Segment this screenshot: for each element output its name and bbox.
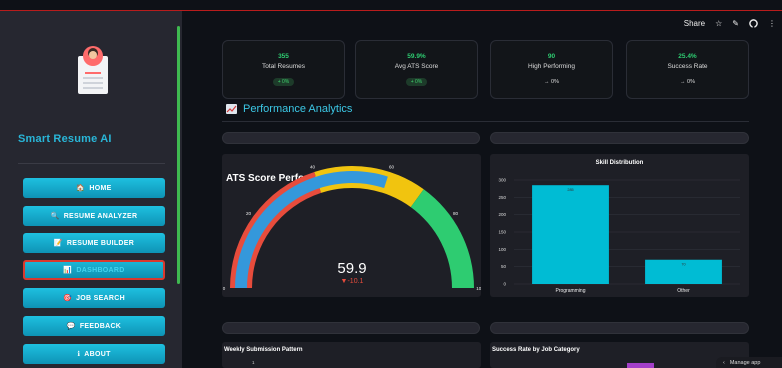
metric-delta: + 0% <box>272 78 295 86</box>
brand-title: Smart Resume AI <box>18 133 112 145</box>
top-bar <box>0 0 782 11</box>
section-divider <box>222 121 749 122</box>
metric-card-avg-ats: 59.9% Avg ATS Score + 0% <box>355 40 478 99</box>
chart-title: Weekly Submission Pattern <box>224 347 303 353</box>
manage-app-button[interactable]: ‹ Manage app <box>716 357 782 368</box>
memo-icon: 📝 <box>53 240 63 247</box>
gauge-tick-label: 80 <box>453 211 459 216</box>
y-tick-label: 100 <box>498 247 506 252</box>
y-tick-label: 150 <box>498 230 506 235</box>
github-icon[interactable] <box>749 19 758 28</box>
nav-label: HOME <box>89 184 112 192</box>
info-icon: ℹ <box>77 351 81 358</box>
y-tick-label: 250 <box>498 195 506 200</box>
chart-toolbar-placeholder <box>490 322 749 334</box>
nav-dashboard-button[interactable]: 📊 DASHBOARD <box>23 260 165 280</box>
ats-gauge: 0 20 40 60 80 100 59.9▼-10.1 <box>223 164 481 291</box>
skill-distribution-panel: Skill Distribution 0 50 100 150 200 250 300 285… <box>490 154 749 297</box>
metric-delta: + 0% <box>405 78 428 86</box>
x-tick-label: Other <box>677 288 690 294</box>
nav-label: JOB SEARCH <box>76 294 125 302</box>
resume-logo-icon <box>78 46 108 94</box>
y-tick-label: 50 <box>501 264 507 269</box>
metric-value: 25.4% <box>678 53 697 60</box>
y-tick-label: 1 <box>252 360 255 365</box>
gauge-panel: ATS Score Performance 02040608010059.9▼-… <box>222 154 481 297</box>
metric-card-high-performing: 90 High Performing → 0% <box>490 40 613 99</box>
nav-label: RESUME BUILDER <box>66 239 135 247</box>
app-root: Smart Resume AI 🏠 HOME 🔍 RESUME ANALYZER… <box>0 0 782 368</box>
chart-toolbar-placeholder <box>222 322 480 334</box>
success-rate-panel: Success Rate by Job Category <box>490 342 749 368</box>
chevron-left-icon: ‹ <box>723 359 725 366</box>
chart-increasing-icon <box>226 104 237 114</box>
gauge-tick-label: 20 <box>246 211 252 216</box>
chart-toolbar-placeholder <box>490 132 749 144</box>
gauge-tick-label: 0 <box>223 286 226 291</box>
metric-label: Success Rate <box>667 63 708 70</box>
chart-title: Success Rate by Job Category <box>492 347 580 353</box>
y-tick-label: 300 <box>498 178 506 183</box>
edit-icon[interactable]: ✎ <box>732 19 739 28</box>
app-header: Share ☆ ✎ ⋮ <box>182 11 782 37</box>
nav-resume-analyzer-button[interactable]: 🔍 RESUME ANALYZER <box>23 206 165 226</box>
nav-about-button[interactable]: ℹ ABOUT <box>23 344 165 364</box>
share-button[interactable]: Share <box>684 19 705 28</box>
star-icon[interactable]: ☆ <box>715 19 722 28</box>
section-title: Performance Analytics <box>226 103 352 115</box>
section-title-text: Performance Analytics <box>243 103 353 115</box>
sidebar: Smart Resume AI 🏠 HOME 🔍 RESUME ANALYZER… <box>0 11 182 368</box>
metric-value: 90 <box>547 53 556 60</box>
skill-bar-chart: 0 50 100 150 200 250 300 285 Programming 70 Other <box>498 178 740 294</box>
y-tick-label: 200 <box>498 212 506 217</box>
nav-home-button[interactable]: 🏠 HOME <box>23 178 165 198</box>
metric-value: 355 <box>278 53 289 60</box>
metric-delta: → 0% <box>680 79 695 85</box>
bar-programming <box>532 185 609 284</box>
main-content: 355 Total Resumes + 0% 59.9% Avg ATS Sco… <box>182 37 782 368</box>
bar-value-label: 70 <box>681 263 685 267</box>
gauge-band-2 <box>410 189 474 288</box>
bar-value-label: 285 <box>567 188 573 192</box>
sidebar-scrollbar[interactable] <box>177 26 180 284</box>
chart-icon: 📊 <box>63 267 73 274</box>
manage-app-label: Manage app <box>729 359 761 366</box>
chart-bar-fragment <box>627 363 654 368</box>
nav-job-search-button[interactable]: 🎯 JOB SEARCH <box>23 288 165 308</box>
more-icon[interactable]: ⋮ <box>768 19 776 28</box>
metric-value: 59.9% <box>407 53 426 60</box>
gauge-tick-label: 60 <box>389 164 395 169</box>
nav-label: DASHBOARD <box>76 266 125 274</box>
metric-label: Total Resumes <box>262 63 305 70</box>
x-tick-label: Programming <box>555 288 585 294</box>
gauge-band-1 <box>314 166 424 208</box>
gauge-tick-label: 40 <box>310 164 316 169</box>
header-actions: Share ☆ ✎ ⋮ <box>684 19 776 28</box>
chart-toolbar-placeholder <box>222 132 480 144</box>
nav-label: RESUME ANALYZER <box>63 212 138 220</box>
target-icon: 🎯 <box>63 295 73 302</box>
metric-delta: → 0% <box>544 79 559 85</box>
metric-label: Avg ATS Score <box>394 63 439 70</box>
nav-resume-builder-button[interactable]: 📝 RESUME BUILDER <box>23 233 165 253</box>
metric-card-total-resumes: 355 Total Resumes + 0% <box>222 40 345 99</box>
nav-feedback-button[interactable]: 💬 FEEDBACK <box>23 316 165 336</box>
gauge-delta: ▼-10.1 <box>341 278 364 285</box>
nav-label: ABOUT <box>84 350 111 358</box>
gauge-tick-label: 100 <box>476 286 481 291</box>
weekly-submission-panel: Weekly Submission Pattern 1 <box>222 342 481 368</box>
y-tick-label: 0 <box>503 282 506 287</box>
magnifier-icon: 🔍 <box>50 213 60 220</box>
gauge-value: 59.9 <box>337 260 366 277</box>
nav-label: FEEDBACK <box>79 322 122 330</box>
metric-label: High Performing <box>528 63 575 70</box>
metric-card-success-rate: 25.4% Success Rate → 0% <box>626 40 749 99</box>
sidebar-divider <box>18 163 165 164</box>
home-icon: 🏠 <box>76 185 86 192</box>
speech-bubble-icon: 💬 <box>66 323 76 330</box>
